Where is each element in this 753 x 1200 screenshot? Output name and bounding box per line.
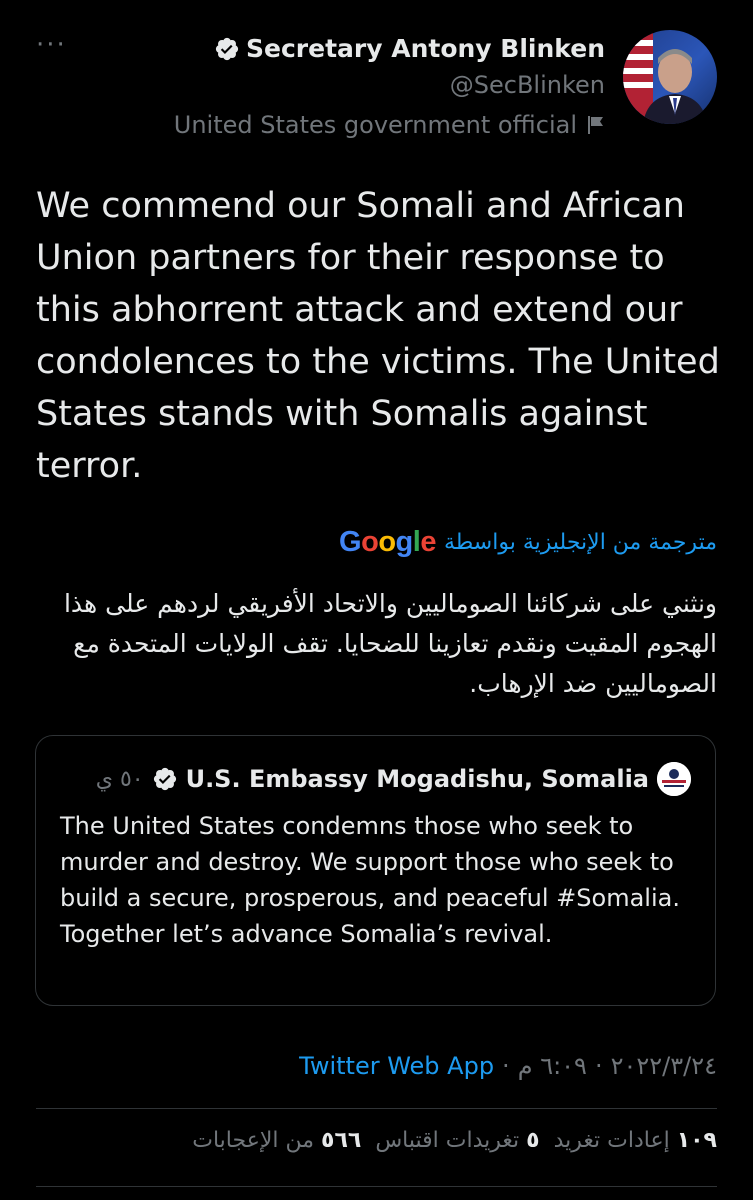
quoted-text: The United States condemns those who see… (60, 812, 680, 948)
quoted-avatar (657, 762, 691, 796)
translated-by-label: مترجمة من الإنجليزية بواسطة (443, 530, 717, 555)
account-label[interactable]: United States government official (174, 111, 605, 139)
quoted-tweet[interactable]: U.S. Embassy Mogadishu, Somalia ٥٠ ي The… (35, 735, 716, 1006)
quoted-display-name: U.S. Embassy Mogadishu, Somalia (185, 765, 649, 793)
avatar[interactable] (623, 30, 717, 124)
display-name[interactable]: Secretary Antony Blinken (246, 34, 605, 63)
retweets-count: ١٠٩ (676, 1128, 717, 1153)
avatar-photo (623, 30, 707, 124)
meta-separator: · (502, 1052, 510, 1080)
tweet-time[interactable]: ٦:٠٩ م (518, 1052, 587, 1080)
divider (36, 1108, 717, 1109)
quoted-time: ٥٠ ي (95, 766, 144, 792)
meta-separator: · (594, 1052, 603, 1080)
handle[interactable]: @SecBlinken (174, 71, 605, 99)
likes-count: ٥٦٦ (321, 1128, 362, 1153)
divider (36, 1186, 717, 1187)
tweet-header: Secretary Antony Blinken @SecBlinken Uni… (174, 30, 717, 139)
quotes-stat[interactable]: ٥ تغريدات اقتباس (375, 1128, 539, 1153)
embassy-seal-icon (657, 762, 691, 796)
engagement-stats: ١٠٩ إعادات تغريد ٥ تغريدات اقتباس ٥٦٦ من… (192, 1128, 717, 1153)
tweet-date[interactable]: ٢٠٢٢/٣/٢٤ (611, 1052, 717, 1080)
verified-badge-icon (153, 767, 176, 791)
likes-label: من الإعجابات (192, 1128, 315, 1153)
translated-text: ونثني على شركائنا الصوماليين والاتحاد ال… (63, 589, 717, 698)
more-options-button[interactable]: ··· (36, 30, 67, 60)
quoted-tweet-header: U.S. Embassy Mogadishu, Somalia ٥٠ ي (96, 762, 691, 796)
translation-attribution[interactable]: مترجمة من الإنجليزية بواسطة Google (339, 526, 717, 559)
source-app-link[interactable]: Twitter Web App (299, 1052, 494, 1080)
account-label-text: United States government official (173, 111, 577, 139)
flag-icon (588, 116, 603, 134)
quotes-label: تغريدات اقتباس (375, 1128, 520, 1153)
google-logo: Google (339, 526, 436, 558)
quotes-count: ٥ (526, 1128, 540, 1153)
retweets-label: إعادات تغريد (553, 1128, 670, 1153)
tweet-text: We commend our Somali and African Union … (36, 186, 720, 486)
retweets-stat[interactable]: ١٠٩ إعادات تغريد (554, 1128, 717, 1153)
author-info: Secretary Antony Blinken @SecBlinken Uni… (174, 30, 605, 139)
tweet-metadata: ٢٠٢٢/٣/٢٤ · ٦:٠٩ م · Twitter Web App (299, 1052, 717, 1080)
name-row: Secretary Antony Blinken (174, 34, 605, 63)
likes-stat[interactable]: ٥٦٦ من الإعجابات (192, 1128, 361, 1153)
verified-badge-icon (215, 37, 239, 60)
